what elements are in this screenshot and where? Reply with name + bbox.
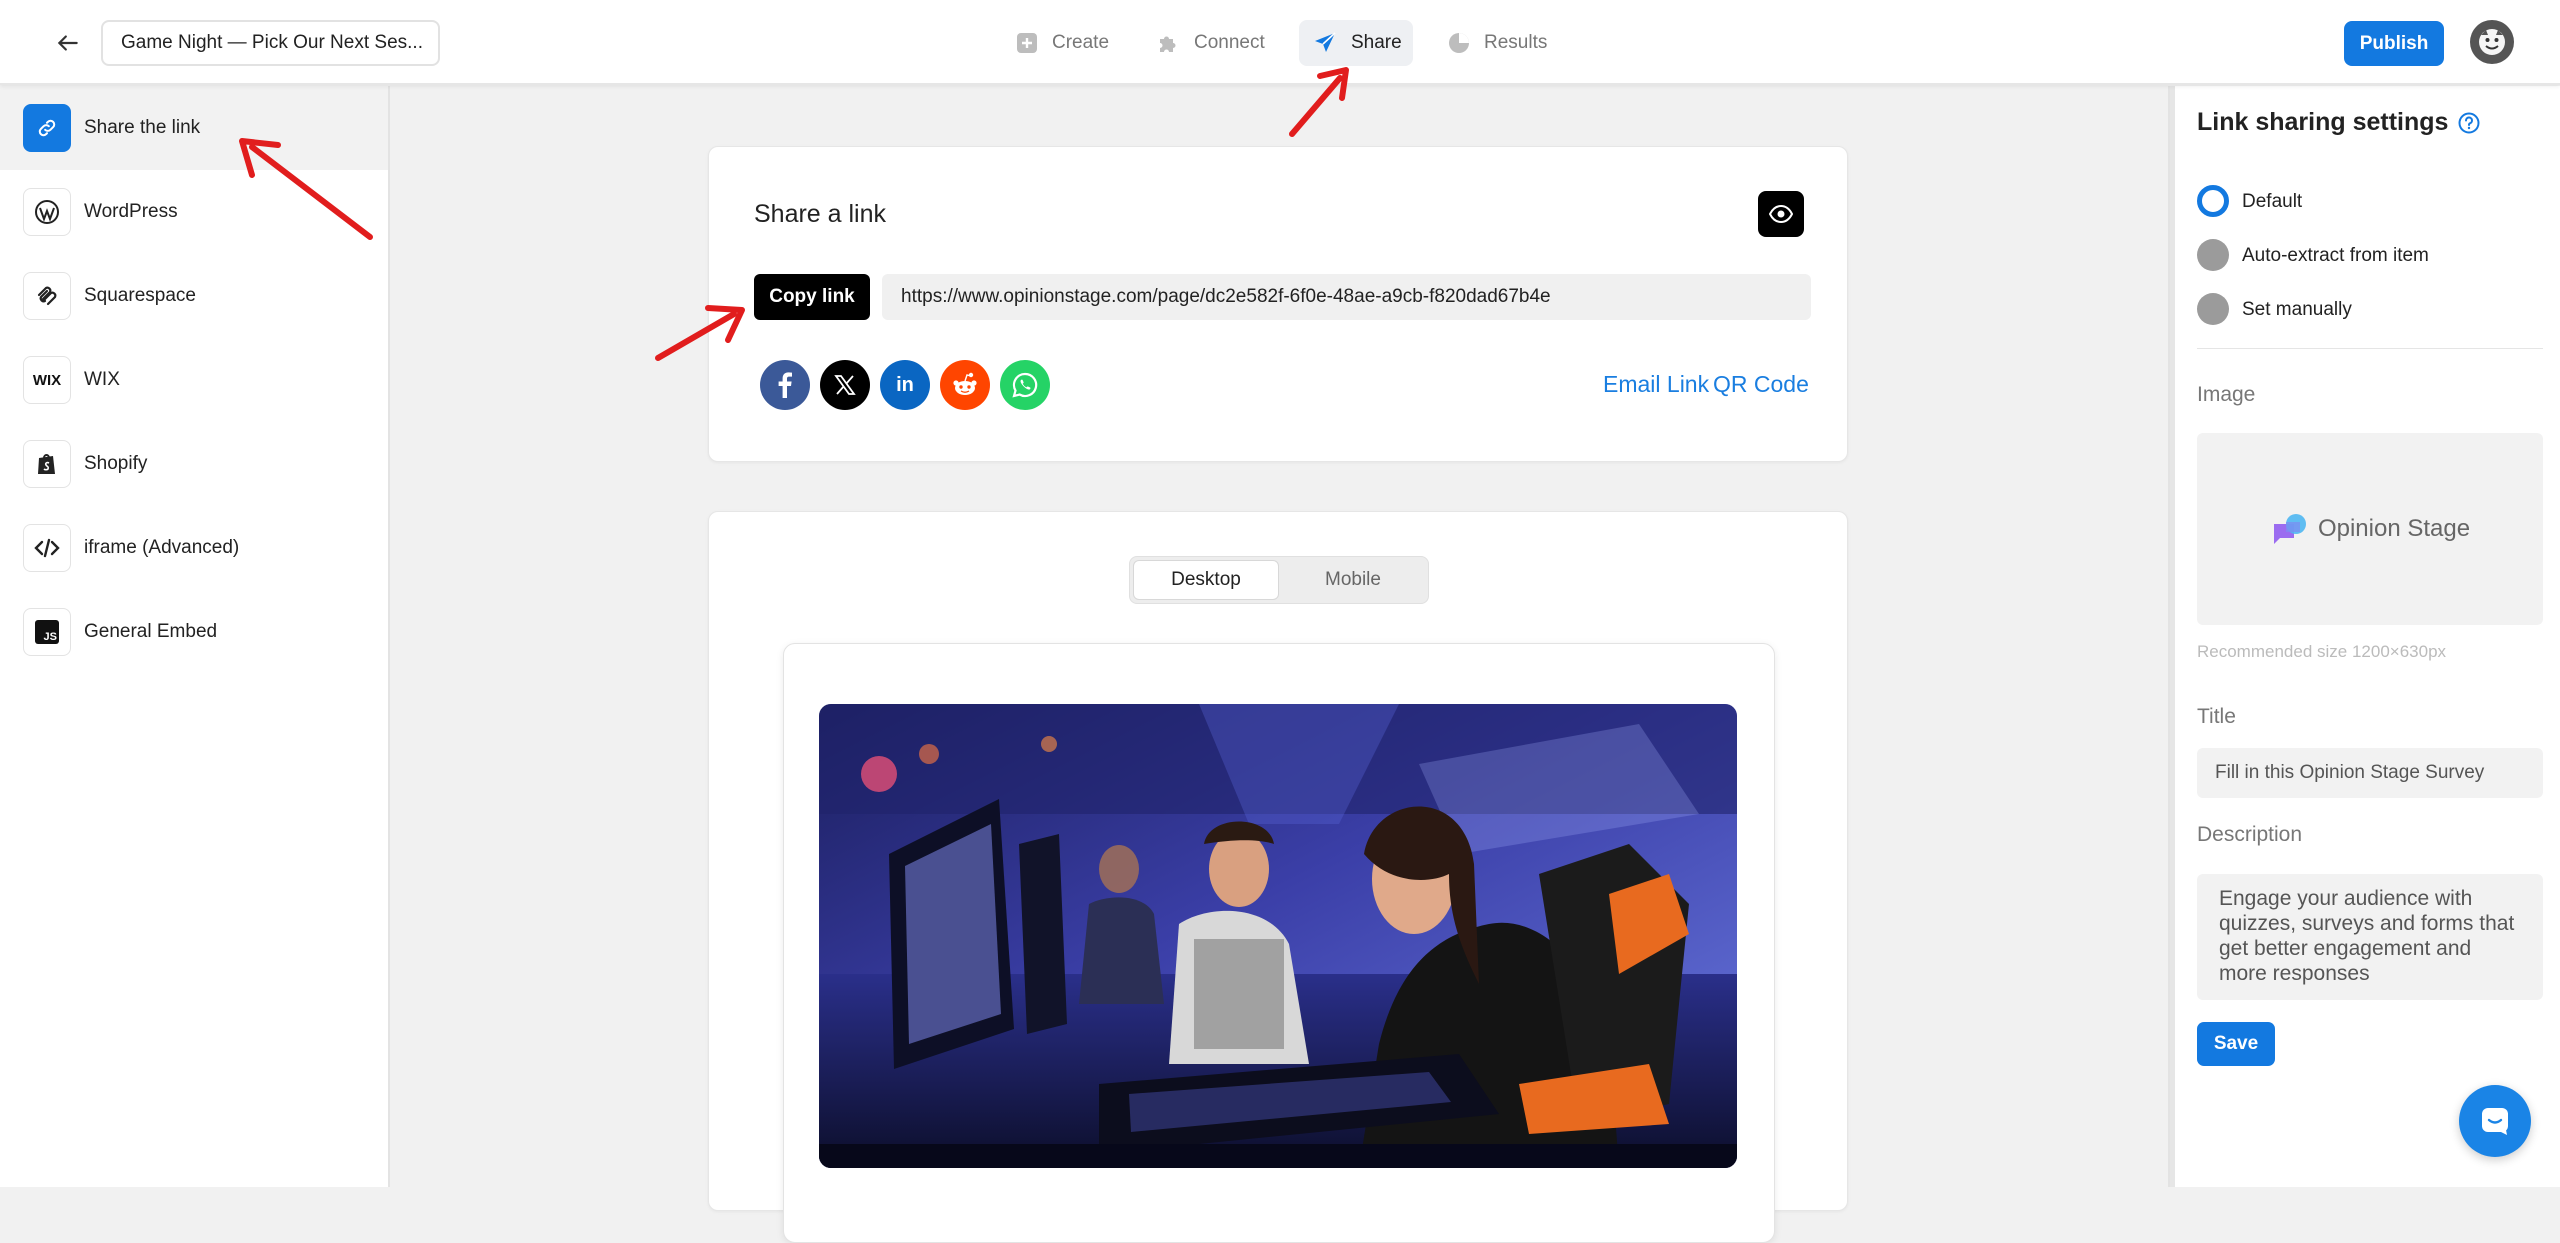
cover-image: [819, 704, 1737, 1168]
radio-set-manually[interactable]: [2197, 293, 2229, 325]
radio-auto-extract[interactable]: [2197, 239, 2229, 271]
description-textarea[interactable]: Engage your audience with quizzes, surve…: [2197, 874, 2543, 1000]
js-icon: JS: [23, 608, 71, 656]
image-label: Image: [2197, 383, 2256, 406]
avatar[interactable]: [2470, 20, 2514, 64]
share-card-title: Share a link: [754, 200, 887, 228]
help-icon[interactable]: [2458, 112, 2480, 134]
whatsapp-icon[interactable]: [1000, 360, 1050, 410]
share-options-sidebar: Share the link WordPress Squarespace WIX…: [0, 86, 390, 1187]
tab-share-label: Share: [1351, 32, 1402, 53]
qr-code-link[interactable]: QR Code: [1713, 371, 1809, 398]
tab-create[interactable]: Create: [1010, 20, 1115, 66]
squarespace-icon: [23, 272, 71, 320]
shopify-icon: [23, 440, 71, 488]
tab-create-label: Create: [1052, 32, 1110, 53]
publish-button[interactable]: Publish: [2344, 21, 2444, 66]
tab-desktop[interactable]: Desktop: [1133, 560, 1279, 600]
top-bar: Game Night — Pick Our Next Ses... Create…: [0, 0, 2560, 85]
logo-text: Opinion Stage: [2317, 515, 2471, 542]
radio-auto-extract-label: Auto-extract from item: [2242, 245, 2429, 266]
title-input[interactable]: Fill in this Opinion Stage Survey: [2197, 748, 2543, 798]
tab-mobile[interactable]: Mobile: [1280, 560, 1426, 600]
sidebar-item-wordpress[interactable]: WordPress: [0, 170, 388, 254]
image-upload-area[interactable]: Opinion Stage: [2197, 433, 2543, 625]
title-label: Title: [2197, 705, 2236, 728]
save-button[interactable]: Save: [2197, 1022, 2275, 1066]
share-url-field[interactable]: https://www.opinionstage.com/page/dc2e58…: [882, 274, 1811, 320]
sidebar-item-label: Squarespace: [84, 285, 196, 306]
chat-icon: [2482, 1108, 2508, 1135]
plus-square-icon: [1016, 32, 1038, 54]
tab-results-label: Results: [1484, 32, 1548, 53]
share-link-card: Share a link Copy link https://www.opini…: [708, 146, 1848, 462]
wix-icon: WIX: [23, 356, 71, 404]
sidebar-item-shopify[interactable]: Shopify: [0, 422, 388, 506]
item-title-field[interactable]: Game Night — Pick Our Next Ses...: [101, 20, 440, 66]
code-icon: [23, 524, 71, 572]
divider: [2197, 348, 2543, 349]
link-sharing-settings-panel: Link sharing settings Default Auto-extra…: [2168, 86, 2560, 1187]
linkedin-icon[interactable]: in: [880, 360, 930, 410]
chat-widget-button[interactable]: [2459, 1085, 2531, 1157]
email-link[interactable]: Email Link: [1603, 371, 1709, 398]
radio-set-manually-label: Set manually: [2242, 299, 2352, 320]
device-toggle: Desktop Mobile: [1129, 556, 1429, 604]
link-icon: [23, 104, 71, 152]
puzzle-icon: [1156, 31, 1180, 55]
sidebar-item-iframe[interactable]: iframe (Advanced): [0, 506, 388, 590]
pie-chart-icon: [1448, 32, 1470, 54]
tab-results[interactable]: Results: [1442, 20, 1553, 66]
reddit-icon[interactable]: [940, 360, 990, 410]
sidebar-item-label: General Embed: [84, 621, 218, 642]
settings-title: Link sharing settings: [2197, 108, 2480, 137]
sidebar-item-share-link[interactable]: Share the link: [0, 86, 388, 170]
facebook-icon[interactable]: [760, 360, 810, 410]
sidebar-item-label: Share the link: [84, 117, 201, 138]
image-size-hint: Recommended size 1200×630px: [2197, 642, 2447, 661]
sidebar-item-label: iframe (Advanced): [84, 537, 240, 558]
preview-eye-button[interactable]: [1758, 191, 1804, 237]
eye-icon: [1769, 205, 1793, 223]
description-label: Description: [2197, 823, 2303, 846]
tab-connect-label: Connect: [1194, 32, 1265, 53]
sidebar-item-squarespace[interactable]: Squarespace: [0, 254, 388, 338]
radio-default[interactable]: [2197, 185, 2229, 217]
copy-link-button[interactable]: Copy link: [754, 274, 870, 320]
sidebar-item-wix[interactable]: WIX WIX: [0, 338, 388, 422]
sidebar-item-label: WordPress: [84, 201, 178, 222]
send-icon: [1313, 31, 1337, 55]
opinion-stage-logo-icon: [2270, 512, 2310, 546]
tab-share[interactable]: Share: [1299, 20, 1413, 66]
radio-default-label: Default: [2242, 191, 2303, 212]
x-icon[interactable]: [820, 360, 870, 410]
sidebar-item-general-embed[interactable]: JS General Embed: [0, 590, 388, 674]
back-arrow-icon[interactable]: [50, 25, 86, 61]
panel-scrollbar[interactable]: [2170, 86, 2175, 1187]
sidebar-item-label: Shopify: [84, 453, 148, 474]
preview-card: Desktop Mobile: [708, 511, 1848, 1243]
wordpress-icon: [23, 188, 71, 236]
tab-connect[interactable]: Connect: [1150, 20, 1271, 66]
avatar-face-icon: [2479, 29, 2505, 55]
sidebar-item-label: WIX: [84, 369, 120, 390]
desktop-preview-frame: [783, 643, 1775, 1243]
